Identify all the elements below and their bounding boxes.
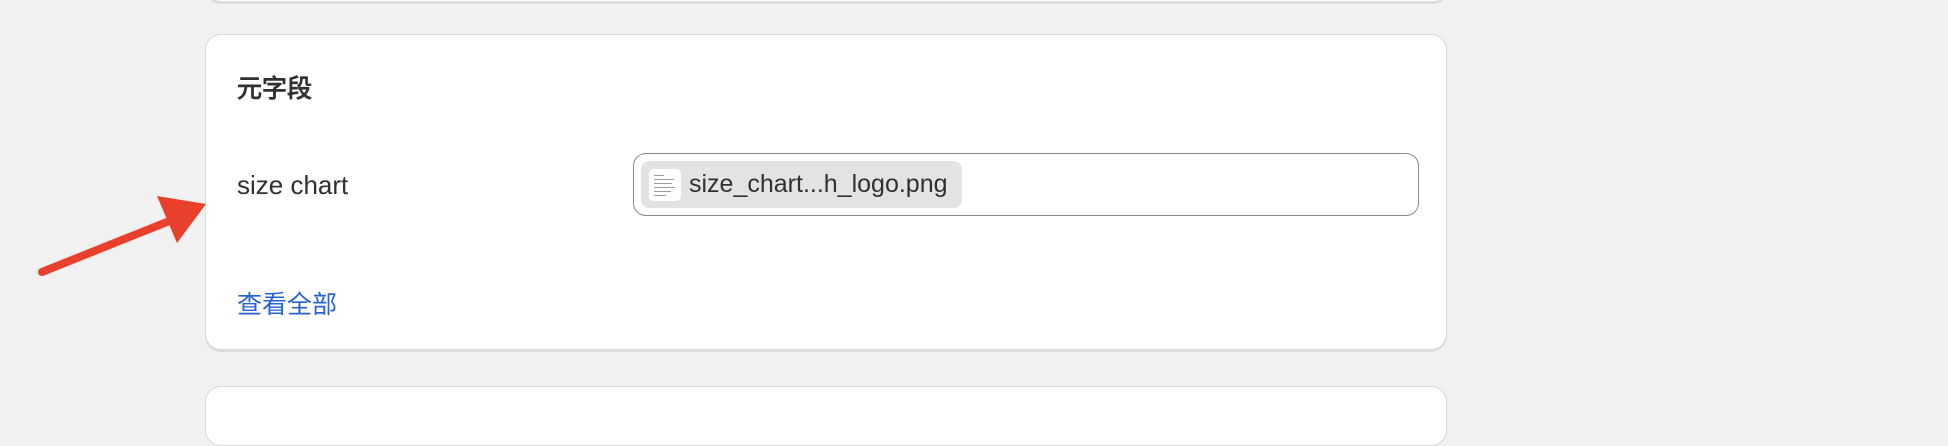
metafields-card: 元字段 size chart size_chart...h_logo.png 查… [205,34,1447,350]
image-thumbnail-icon [649,168,681,201]
view-all-link[interactable]: 查看全部 [237,285,337,321]
file-chip[interactable]: size_chart...h_logo.png [641,161,962,208]
previous-card [205,0,1449,2]
file-name: size_chart...h_logo.png [689,170,948,198]
size-chart-file-field[interactable]: size_chart...h_logo.png [633,153,1419,216]
size-chart-label: size chart [237,170,349,200]
next-card [205,386,1447,446]
red-arrow-annotation-icon [38,196,206,276]
section-title: 元字段 [237,74,313,103]
